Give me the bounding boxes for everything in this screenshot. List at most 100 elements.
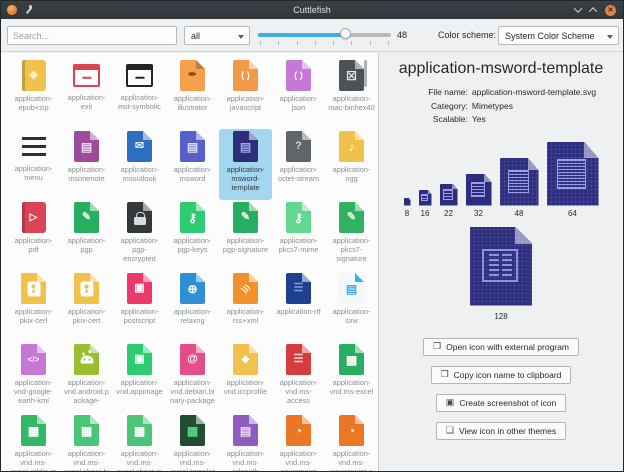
icon-grid-item[interactable]: ▤application-msonenote — [60, 129, 113, 200]
mimetype-icon: </> — [21, 344, 46, 375]
mimetype-icon: ⊕ — [180, 273, 205, 304]
icon-label: application-vnd.debian.binary-package — [166, 378, 219, 405]
icon-grid-item[interactable]: ▤application-msword — [166, 129, 219, 200]
icon-grid-item[interactable]: )))application-rss+xml — [219, 271, 272, 342]
icon-label: application-vnd.android.package- — [60, 378, 113, 405]
close-icon[interactable]: ✕ — [605, 5, 616, 16]
icon-grid-item[interactable]: @application-vnd.debian.binary-package — [166, 342, 219, 413]
icon-grid-item[interactable]: application-pkix-cert — [60, 271, 113, 342]
metadata-row: Category: Mimetypes — [406, 100, 596, 114]
icon-grid-item[interactable]: ▦application-vnd.ms-excel.sheet.m — [113, 413, 166, 471]
icon-grid-item[interactable]: ☒application-mac-binhex40 — [325, 58, 378, 129]
pin-icon[interactable] — [24, 5, 34, 15]
metadata-row: Scalable: Yes — [406, 113, 596, 127]
category-filter-dropdown[interactable]: all — [184, 26, 250, 45]
cuttlefish-window: Cuttlefish ✕ all 48 Color scheme: System… — [0, 0, 624, 472]
keyhole-glyph — [27, 281, 40, 296]
glyph: ( ) — [286, 60, 311, 91]
icon-grid-item[interactable]: ◈application-epub+zip — [7, 58, 60, 129]
icon-grid-item[interactable]: application-exit-symbolic — [113, 58, 166, 129]
copy-icon: ❐ — [441, 370, 449, 379]
icon-grid-item[interactable]: ◆application-vnd.iccprofile — [219, 342, 272, 413]
slider-thumb[interactable] — [340, 28, 351, 39]
icon-grid-item[interactable]: ▣application-postscript — [113, 271, 166, 342]
icon-grid-item[interactable]: application-menu — [7, 129, 60, 200]
icon-grid-item[interactable]: ⚷application-pkcs7-mime — [272, 200, 325, 271]
vertical-scrollbar[interactable] — [364, 60, 367, 87]
minimize-icon[interactable] — [574, 4, 582, 12]
size-label: 8 — [405, 209, 409, 218]
mimetype-icon: ▣ — [127, 344, 152, 375]
icon-grid-item[interactable]: application-pgp-encrypted — [113, 200, 166, 271]
glyph: ▤ — [180, 131, 205, 162]
icon-grid-item[interactable]: ✎application-pgp-signature — [219, 200, 272, 271]
icon-grid-item[interactable]: application-pkix-cerl — [7, 271, 60, 342]
screenshot-button[interactable]: ▣Create screenshot of icon — [436, 394, 566, 412]
icon-grid-item[interactable]: application-vnd.android.package- — [60, 342, 113, 413]
icon-label: application-relaxng — [166, 307, 219, 325]
mimetype-icon: ▦ — [21, 415, 46, 446]
color-scheme-dropdown[interactable]: System Color Scheme — [498, 26, 619, 45]
slider-fill — [258, 33, 346, 37]
size-preview: 48 — [500, 158, 539, 218]
icon-grid-item[interactable]: ☰application-vnd.ms-access — [272, 342, 325, 413]
maximize-icon[interactable] — [589, 7, 597, 15]
copy-name-button[interactable]: ❐Copy icon name to clipboard — [431, 366, 572, 384]
icon-grid-item[interactable]: ⚷application-pgp-keys — [166, 200, 219, 271]
glyph: ( ) — [233, 60, 258, 91]
icon-grid-item[interactable]: ▤application-sxw — [325, 271, 378, 342]
mimetype-icon: ♪ — [339, 131, 364, 162]
size-label: 64 — [568, 209, 577, 218]
view-themes-button[interactable]: ❏View icon in other themes — [436, 422, 566, 440]
icon-grid-item[interactable]: </> application-vnd-google-earth-kml — [7, 342, 60, 413]
icon-label: application-vnd.ms-excel — [325, 378, 378, 396]
mimetype-icon: ▣ — [127, 273, 152, 304]
search-input[interactable] — [7, 26, 177, 45]
slider-tick — [370, 41, 371, 45]
open-external-button[interactable]: ❒Open icon with external program — [423, 338, 579, 356]
icon-grid-item[interactable]: ( )application-javascript — [219, 58, 272, 129]
icon-grid-item[interactable]: ▦application-vnd.ms-excel.addin.m — [7, 413, 60, 471]
icon-grid-item[interactable]: ☰application-rtf — [272, 271, 325, 342]
action-buttons: ❒Open icon with external program ❐Copy ic… — [423, 338, 579, 440]
glyph: ▦ — [21, 415, 46, 446]
mimetype-icon: ▦ — [127, 415, 152, 446]
color-scheme-value: System Color Scheme — [505, 31, 595, 41]
icon-grid-item[interactable]: ✒application-illustrator — [166, 58, 219, 129]
icon-grid-item[interactable]: ( )application-json — [272, 58, 325, 129]
mimetype-icon — [21, 273, 46, 304]
icon-size-slider[interactable] — [258, 26, 391, 46]
mimetype-icon — [73, 64, 100, 87]
icon-label: application-sxw — [325, 307, 378, 325]
icon-grid-item[interactable]: ▦application-vnd.ms-excel.templat — [166, 413, 219, 471]
icon-grid-item[interactable]: ✎application-pkcs7-signature — [325, 200, 378, 271]
icon-grid-item[interactable]: ◔application-vnd.ms-powerpoint — [272, 413, 325, 471]
main-area: ◈application-epub+zipapplication-exitapp… — [1, 53, 623, 471]
icon-grid-item[interactable]: ▤application-msword-template — [219, 129, 272, 200]
titlebar[interactable]: Cuttlefish ✕ — [1, 1, 623, 19]
icon-name-title: application-msword-template — [399, 60, 604, 78]
icon-label: application-vnd-google-earth-kml — [7, 378, 60, 405]
icon-grid-item[interactable]: ▷application-pdf — [7, 200, 60, 271]
preview-icon — [419, 190, 432, 206]
icon-grid-item[interactable]: ✉application-msoutlook — [113, 129, 166, 200]
icon-grid-item[interactable]: ▣application-vnd.appimage — [113, 342, 166, 413]
icon-grid-item[interactable]: ?application-octet-stream — [272, 129, 325, 200]
icon-grid-item[interactable]: ✎application-pgp — [60, 200, 113, 271]
glyph: ◔ — [339, 415, 364, 446]
mimetype-icon: ✒ — [180, 60, 205, 91]
glyph: ♪ — [339, 131, 364, 162]
icon-grid-item[interactable]: ♪application-ogg — [325, 129, 378, 200]
icon-grid-item[interactable]: ⊕ application-relaxng — [166, 271, 219, 342]
icon-grid-item[interactable]: ▤application-vnd.ms-infopath — [219, 413, 272, 471]
keyhole-glyph — [80, 281, 93, 296]
window-title: Cuttlefish — [1, 5, 623, 15]
icon-grid-item[interactable]: ▦application-vnd.ms-excel.sheet.bi — [60, 413, 113, 471]
icon-grid-item[interactable]: ▦application-vnd.ms-excel — [325, 342, 378, 413]
size-preview: 32 — [466, 174, 492, 218]
icon-grid-item[interactable]: ◔application-vnd.ms-powerpoint.a — [325, 413, 378, 471]
glyph: ▣ — [127, 273, 152, 304]
icon-grid-item[interactable]: application-exit — [60, 58, 113, 129]
icon-label: application-pkcs7-signature — [325, 236, 378, 263]
mimetype-icon: ▦ — [74, 415, 99, 446]
